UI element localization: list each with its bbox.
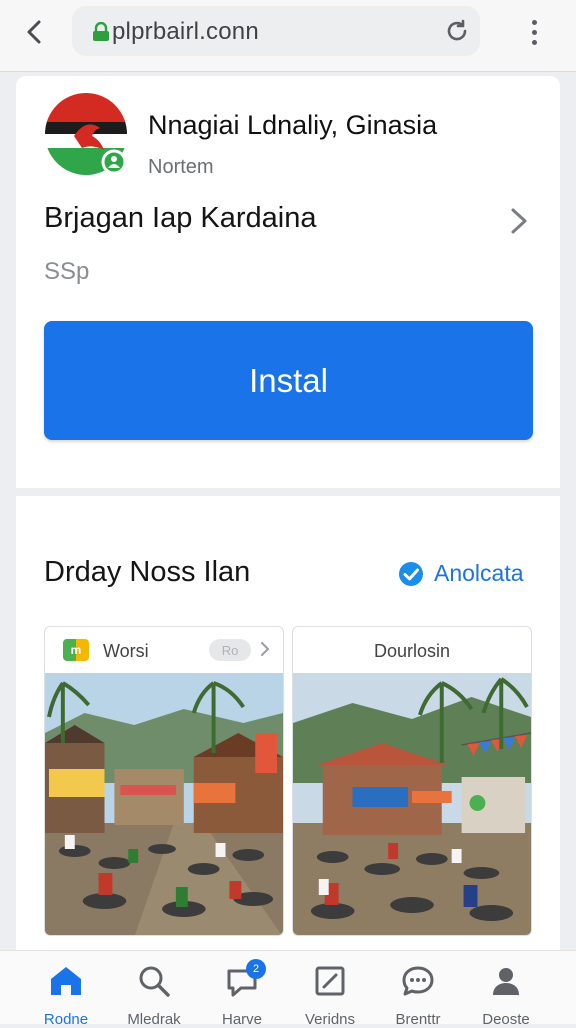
news-more-link[interactable]: Anolcata <box>398 560 524 587</box>
dot-icon <box>531 19 537 25</box>
nav-item-messages[interactable]: Brenttr <box>374 951 462 1028</box>
edit-icon <box>312 965 348 997</box>
profile-icon <box>488 965 524 997</box>
nav-label: Mledrak <box>127 1011 181 1028</box>
source-badge: m <box>63 639 89 661</box>
app-card: Nnagiai Ldnaliy, Ginasia Nortem Brjagan … <box>16 76 560 488</box>
news-section: Drday Noss Ilan Anolcata m Worsi Ro Dour… <box>16 496 560 956</box>
back-button[interactable] <box>16 14 52 50</box>
dot-icon <box>531 39 537 45</box>
nav-item-home[interactable]: Rodne <box>22 951 110 1028</box>
home-icon <box>48 965 84 997</box>
more-menu-button[interactable] <box>520 14 548 50</box>
market-street-photo <box>45 673 283 935</box>
nav-item-profile[interactable]: Deoste <box>462 951 550 1028</box>
nav-label: Harve <box>221 1011 262 1028</box>
app-name-link[interactable]: Brjagan Iap Kardaina <box>44 202 316 235</box>
app-category: Nortem <box>148 156 214 178</box>
nav-label: Veridns <box>304 1011 356 1028</box>
nav-item-edit[interactable]: Veridns <box>286 951 374 1028</box>
reload-icon[interactable] <box>444 18 470 44</box>
chevron-right-icon <box>261 642 270 656</box>
thumbnail-label: Dourlosin <box>373 641 451 661</box>
chevron-right-icon[interactable] <box>508 206 530 236</box>
chat-icon: 2 <box>224 959 266 997</box>
nav-item-search[interactable]: Mledrak <box>110 951 198 1028</box>
thumbnail-label: Worsi <box>103 641 149 661</box>
news-heading: Drday Noss Ilan <box>44 556 251 588</box>
nav-label: Deoste <box>482 1011 530 1028</box>
dot-icon <box>531 29 537 35</box>
message-icon <box>400 965 436 997</box>
app-developer-title: Nnagiai Ldnaliy, Ginasia <box>148 110 438 140</box>
thumbnail-header: m Worsi Ro <box>45 627 283 673</box>
install-button[interactable]: Instal <box>44 321 533 440</box>
news-more-label: Anolcata <box>434 560 524 586</box>
app-logo <box>45 93 127 175</box>
news-thumbnail[interactable]: m Worsi Ro <box>44 626 284 936</box>
market-street-photo <box>293 673 531 935</box>
nav-label: Rodne <box>43 1011 89 1028</box>
chevron-left-icon <box>27 20 41 44</box>
nav-label: Brenttr <box>395 1011 441 1028</box>
bottom-navigation: Rodne Mledrak 2 Harve Veridns Brenttr De… <box>0 950 576 1028</box>
app-size: SSp <box>44 258 90 285</box>
verified-check-icon <box>399 561 423 586</box>
address-bar[interactable]: plprbairl.conn <box>72 6 480 56</box>
nav-item-chat[interactable]: 2 Harve <box>198 951 286 1028</box>
thumbnail-pill: Ro <box>209 639 251 661</box>
browser-bar: plprbairl.conn <box>0 0 576 72</box>
url-text: plprbairl.conn <box>112 18 259 45</box>
notification-badge: 2 <box>246 959 266 979</box>
news-thumbnail[interactable]: Dourlosin <box>292 626 532 936</box>
search-icon <box>136 965 172 997</box>
lock-icon <box>93 22 109 41</box>
thumbnail-header: Dourlosin <box>293 627 531 673</box>
